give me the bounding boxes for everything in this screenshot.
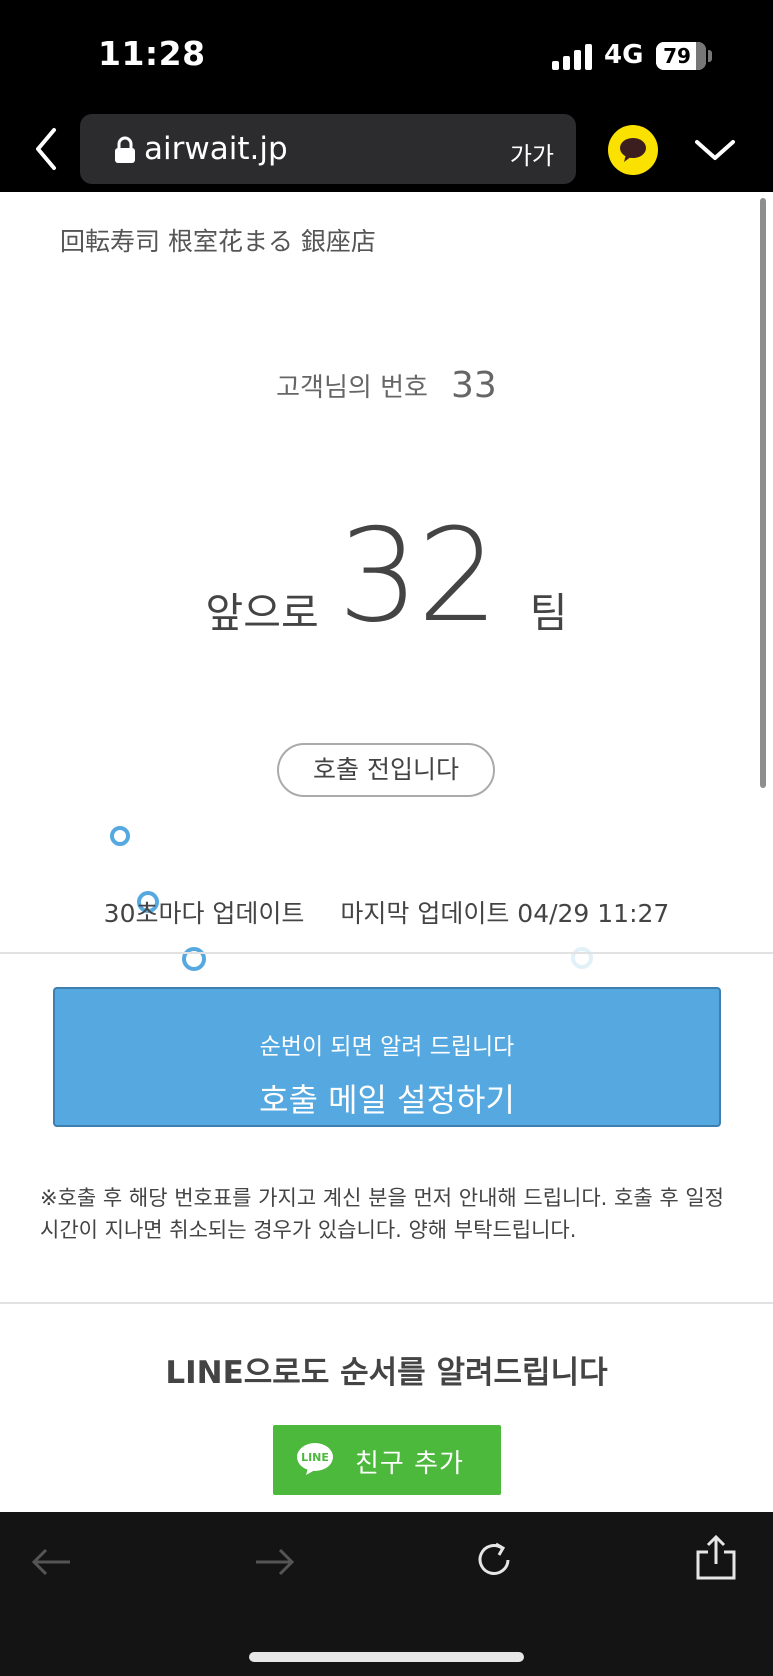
ticket-number-row: 고객님의 번호 33 — [0, 365, 773, 406]
share-icon[interactable] — [694, 1534, 738, 1582]
web-content: 回転寿司 根室花まる 銀座店 고객님의 번호 33 앞으로 32 팀 호출 전입… — [0, 192, 773, 1512]
battery-icon: 79 — [656, 42, 706, 70]
url-field[interactable]: airwait.jp 가가 — [80, 114, 576, 184]
line-logo-text: LINE — [301, 1451, 329, 1464]
update-interval: 30초마다 업데이트 — [103, 899, 305, 928]
store-name: 回転寿司 根室花まる 銀座店 — [60, 227, 376, 256]
set-notification-email-button[interactable]: 순번이 되면 알려 드립니다 호출 메일 설정하기 — [53, 987, 721, 1127]
update-info: 30초마다 업데이트 마지막 업데이트 04/29 11:27 — [0, 894, 773, 930]
home-indicator[interactable] — [249, 1652, 524, 1662]
line-button-label: 친구 추가 — [355, 1449, 464, 1479]
notify-button-subtitle: 순번이 되면 알려 드립니다 — [259, 1034, 515, 1060]
last-update: 마지막 업데이트 04/29 11:27 — [340, 899, 670, 928]
call-status-badge: 호출 전입니다 — [277, 743, 495, 797]
line-logo-icon: LINE — [297, 1443, 333, 1475]
network-type: 4G — [604, 40, 644, 70]
browser-nav-bar: airwait.jp 가가 — [0, 110, 773, 192]
signal-icon — [552, 44, 592, 70]
back-icon[interactable] — [28, 124, 68, 174]
chevron-down-icon[interactable] — [693, 136, 737, 164]
text-size-button[interactable]: 가가 — [510, 136, 554, 171]
divider — [0, 952, 773, 954]
status-bar: 11:28 4G 79 — [0, 0, 773, 110]
ticket-number: 33 — [451, 365, 497, 406]
lock-icon — [114, 136, 136, 164]
wait-count-row: 앞으로 32 팀 — [0, 502, 773, 651]
status-time: 11:28 — [98, 34, 206, 73]
line-add-friend-button[interactable]: LINE 친구 추가 — [273, 1425, 501, 1495]
ticket-label: 고객님의 번호 — [276, 373, 428, 403]
browser-toolbar — [0, 1512, 773, 1676]
notify-button-label: 호출 메일 설정하기 — [259, 1081, 515, 1119]
notice-text: ※호출 후 해당 번호표를 가지고 계신 분을 먼저 안내해 드립니다. 호출 … — [40, 1186, 724, 1242]
reload-icon[interactable] — [472, 1538, 516, 1582]
url-text: airwait.jp — [144, 131, 288, 167]
kakao-talk-icon[interactable] — [608, 125, 658, 175]
battery-tip — [708, 50, 712, 62]
app-root: 11:28 4G 79 airwait.jp 가가 回転寿司 根室花まる 銀座店… — [0, 0, 773, 1676]
battery-percent: 79 — [663, 44, 691, 68]
divider — [0, 1302, 773, 1304]
loading-dot — [110, 826, 130, 846]
arrow-left-icon[interactable] — [30, 1542, 74, 1582]
line-section-title: LINE으로도 순서를 알려드립니다 — [165, 1355, 608, 1391]
arrow-right-icon[interactable] — [252, 1542, 296, 1582]
